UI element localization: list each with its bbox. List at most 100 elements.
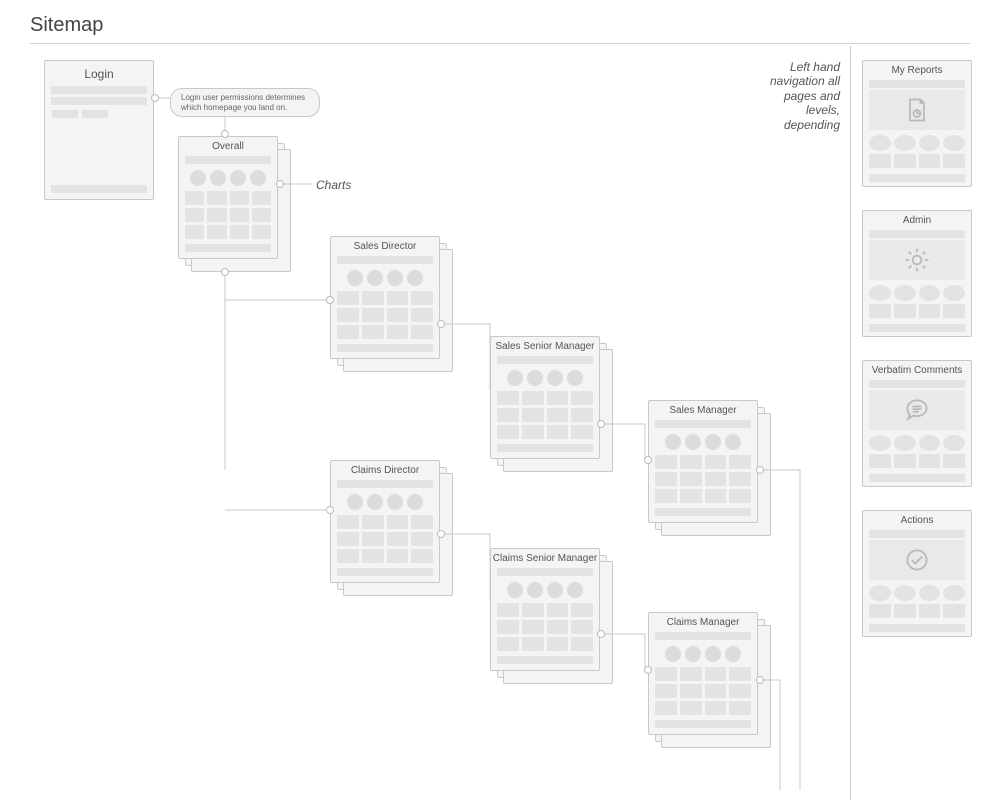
page-card-login[interactable]: Login — [44, 60, 154, 200]
tile — [894, 585, 916, 601]
footer-bar — [185, 244, 271, 252]
tile — [207, 208, 226, 222]
tile — [337, 549, 359, 563]
tile — [680, 684, 702, 698]
chart-icon — [347, 494, 363, 510]
page-card-claims-manager[interactable]: Claims Manager — [648, 612, 758, 735]
icon-zone — [869, 390, 965, 430]
page-card-sales-director[interactable]: Sales Director — [330, 236, 440, 359]
tile — [571, 391, 593, 405]
side-card-actions[interactable]: Actions — [862, 510, 972, 637]
tile — [252, 191, 271, 205]
side-card-admin[interactable]: Admin — [862, 210, 972, 337]
tile — [362, 291, 384, 305]
tile — [705, 684, 727, 698]
connector-dot — [326, 506, 334, 514]
tile — [869, 135, 891, 151]
tile — [522, 603, 544, 617]
tile — [337, 325, 359, 339]
tile — [362, 325, 384, 339]
charts-row — [331, 490, 439, 512]
chart-icon — [367, 494, 383, 510]
connector-dot — [756, 466, 764, 474]
connector-dot — [326, 296, 334, 304]
footer-bar — [497, 656, 592, 664]
tile — [729, 472, 751, 486]
card-title: Claims Director — [331, 461, 439, 478]
tile — [571, 408, 593, 422]
card-title: Verbatim Comments — [863, 361, 971, 378]
side-card-verbatim[interactable]: Verbatim Comments — [862, 360, 972, 487]
tile — [497, 637, 519, 651]
chart-icon — [507, 370, 523, 386]
tile-grid — [179, 188, 277, 242]
tile — [655, 455, 677, 469]
tile — [943, 304, 965, 318]
tile — [705, 472, 727, 486]
tile — [655, 472, 677, 486]
checkmark-circle-icon — [903, 546, 931, 574]
tile — [387, 532, 409, 546]
tile — [411, 549, 433, 563]
charts-row — [649, 642, 757, 664]
card-title: Sales Manager — [649, 401, 757, 418]
tile — [919, 304, 941, 318]
tile — [894, 454, 916, 468]
tile — [943, 604, 965, 618]
tile — [411, 325, 433, 339]
page-card-overall[interactable]: Overall — [178, 136, 278, 259]
tile — [547, 408, 569, 422]
side-card-my-reports[interactable]: My Reports — [862, 60, 972, 187]
card-title: Actions — [863, 511, 971, 528]
tile — [411, 515, 433, 529]
page-card-claims-senior-manager[interactable]: Claims Senior Manager — [490, 548, 600, 671]
tile — [387, 325, 409, 339]
topbar — [185, 156, 271, 164]
tile — [869, 304, 891, 318]
icon-zone — [869, 540, 965, 580]
tile — [362, 532, 384, 546]
tile — [387, 549, 409, 563]
topbar — [869, 530, 964, 538]
tile — [362, 308, 384, 322]
chart-icon — [705, 646, 721, 662]
tile — [680, 489, 702, 503]
tile — [547, 603, 569, 617]
footer-bar — [337, 568, 432, 576]
button-placeholder — [52, 110, 78, 118]
card-title: Login — [45, 61, 153, 83]
tile — [571, 425, 593, 439]
chart-icon — [527, 582, 543, 598]
tile — [655, 684, 677, 698]
tile — [869, 604, 891, 618]
connector-dot — [644, 666, 652, 674]
tile — [522, 425, 544, 439]
topbar — [869, 230, 964, 238]
tile — [943, 285, 965, 301]
tile — [411, 532, 433, 546]
side-divider — [850, 46, 851, 800]
tile — [943, 585, 965, 601]
card-title: Sales Senior Manager — [491, 337, 599, 354]
card-title: Overall — [179, 137, 277, 154]
chart-icon — [387, 270, 403, 286]
chart-icon — [230, 170, 246, 186]
charts-row — [491, 578, 599, 600]
tile — [729, 667, 751, 681]
page-card-sales-senior-manager[interactable]: Sales Senior Manager — [490, 336, 600, 459]
chart-icon — [387, 494, 403, 510]
page-card-sales-manager[interactable]: Sales Manager — [648, 400, 758, 523]
tile-grid — [331, 288, 439, 342]
tile — [919, 454, 941, 468]
tile — [522, 408, 544, 422]
page-card-claims-director[interactable]: Claims Director — [330, 460, 440, 583]
tile — [571, 620, 593, 634]
report-icon — [903, 96, 931, 124]
charts-row — [649, 430, 757, 452]
tile — [362, 549, 384, 563]
tile — [729, 701, 751, 715]
tile — [230, 225, 249, 239]
tile — [655, 701, 677, 715]
chart-icon — [567, 370, 583, 386]
topbar — [655, 632, 750, 640]
